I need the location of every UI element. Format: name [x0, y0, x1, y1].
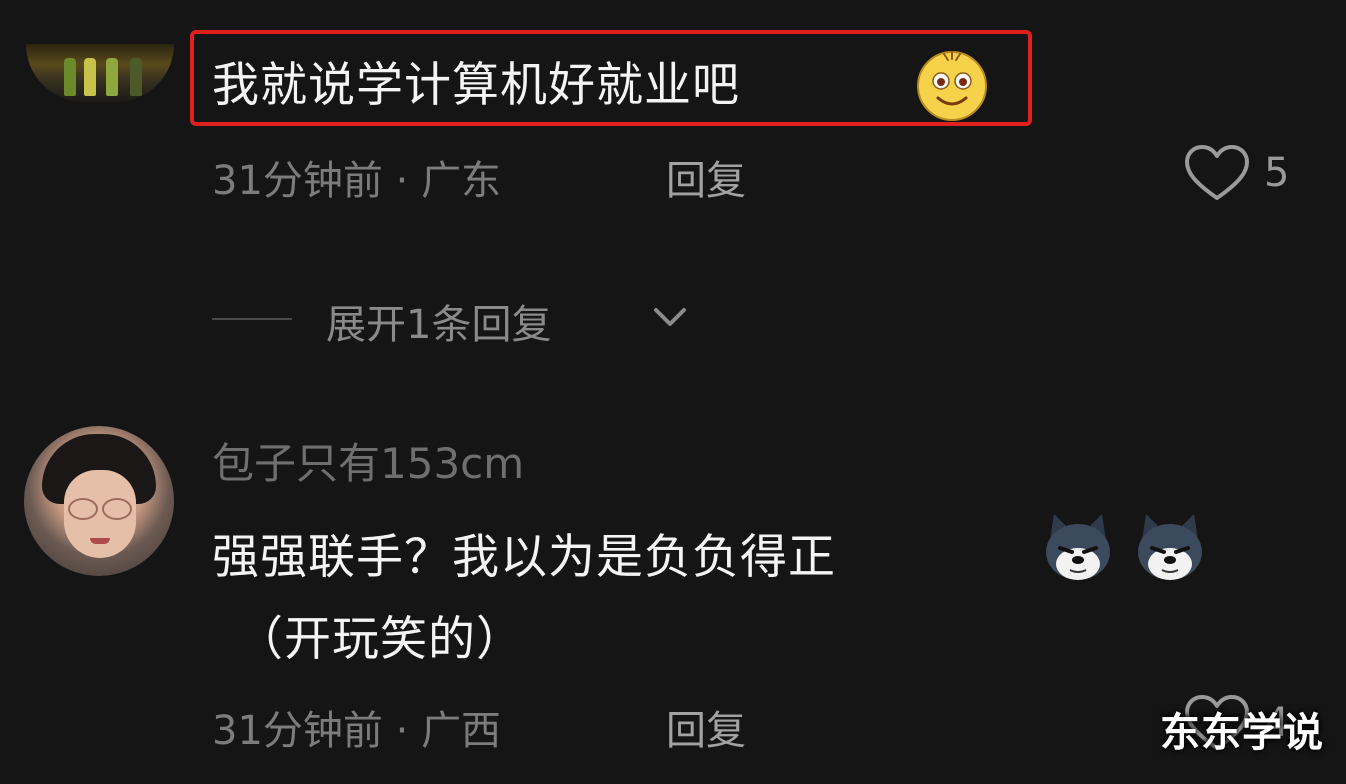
divider-line [212, 318, 292, 320]
watermark: 东东学说 [1160, 710, 1324, 756]
comment-text: 我就说学计算机好就业吧 [212, 58, 740, 113]
avatar-detail [102, 498, 132, 520]
comment-text: （开玩笑的） [236, 612, 524, 667]
expand-replies-label: 展开1条回复 [326, 302, 552, 348]
heart-icon[interactable] [1184, 144, 1250, 202]
comment-item: 我就说学计算机好就业吧 31分钟前 · 广东 回复 5 [0, 0, 1346, 240]
avatar-detail [90, 538, 110, 544]
comment-meta: 31分钟前 · 广东 [212, 148, 501, 206]
like-count: 5 [1264, 150, 1290, 196]
comment-meta: 31分钟前 · 广西 [212, 698, 501, 756]
avatar[interactable] [24, 426, 174, 576]
reply-button[interactable]: 回复 [666, 698, 746, 756]
meta-separator: · [395, 158, 409, 204]
dog-emoji-icon [1138, 514, 1202, 580]
comment-time: 31分钟前 [212, 158, 383, 204]
avatar-detail [130, 58, 142, 96]
comment-item: 包子只有153cm 强强联手？我以为是负负得正 （开玩笑的） 31分钟前 · 广… [0, 400, 1346, 784]
avatar-detail [106, 58, 118, 96]
meta-separator: · [395, 708, 409, 754]
chevron-down-icon [654, 308, 686, 326]
avatar-detail [64, 58, 76, 96]
comment-screen: 我就说学计算机好就业吧 31分钟前 · 广东 回复 5 展开1条回复 包子只有1… [0, 0, 1346, 784]
comment-text: 强强联手？我以为是负负得正 [212, 530, 836, 585]
comment-location: 广西 [421, 708, 502, 754]
avatar[interactable] [26, 44, 174, 102]
comment-location: 广东 [421, 158, 502, 204]
smile-emoji-icon [917, 51, 987, 121]
comment-time: 31分钟前 [212, 708, 383, 754]
avatar-detail [84, 58, 96, 96]
reply-button[interactable]: 回复 [666, 148, 746, 206]
dog-emoji-icon [1046, 514, 1110, 580]
avatar-detail [68, 498, 98, 520]
username[interactable]: 包子只有153cm [212, 430, 524, 491]
expand-replies-button[interactable]: 展开1条回复 [212, 292, 732, 348]
